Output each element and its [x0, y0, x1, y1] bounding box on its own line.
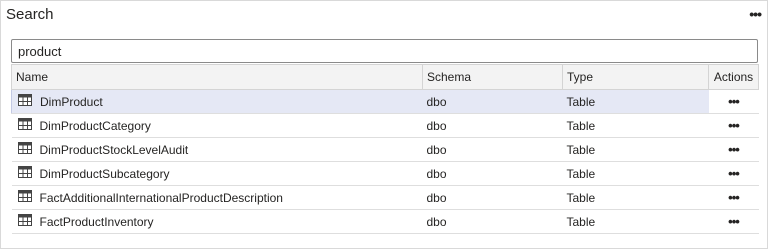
cell-type: Table	[562, 161, 709, 186]
column-header-actions: Actions	[708, 64, 759, 90]
panel-more-options-icon[interactable]: •••	[749, 5, 762, 23]
row-name-text: DimProduct	[40, 94, 103, 109]
column-header-name[interactable]: Name	[11, 64, 423, 90]
search-input[interactable]	[11, 39, 758, 63]
cell-actions: •••	[708, 185, 759, 210]
cell-schema: dbo	[422, 185, 563, 210]
cell-type: Table	[562, 113, 709, 138]
cell-type: Table	[562, 209, 709, 234]
results-table: Name Schema Type Actions DimProduct dbo …	[11, 64, 759, 234]
cell-actions: •••	[708, 209, 759, 234]
row-name-text: DimProductSubcategory	[39, 166, 170, 181]
more-horizontal-icon[interactable]: •••	[728, 214, 740, 229]
cell-schema: dbo	[422, 113, 563, 138]
more-horizontal-icon[interactable]: •••	[728, 118, 740, 133]
cell-type: Table	[562, 89, 709, 114]
table-grid-icon	[17, 142, 32, 157]
table-grid-icon	[17, 190, 32, 205]
row-name-text: FactAdditionalInternationalProductDescri…	[39, 190, 283, 205]
table-row[interactable]: DimProductCategory dbo Table •••	[11, 113, 759, 138]
more-horizontal-icon[interactable]: •••	[728, 166, 740, 181]
cell-name[interactable]: DimProduct	[11, 89, 423, 114]
cell-actions: •••	[708, 137, 759, 162]
table-row[interactable]: DimProductStockLevelAudit dbo Table •••	[11, 137, 759, 162]
cell-schema: dbo	[422, 161, 563, 186]
cell-name[interactable]: DimProductCategory	[11, 113, 423, 138]
table-row[interactable]: FactProductInventory dbo Table •••	[11, 209, 759, 234]
more-horizontal-icon[interactable]: •••	[728, 190, 740, 205]
row-name-text: FactProductInventory	[39, 214, 154, 229]
more-horizontal-icon[interactable]: •••	[728, 94, 740, 109]
cell-schema: dbo	[422, 89, 563, 114]
table-row[interactable]: DimProductSubcategory dbo Table •••	[11, 161, 759, 186]
table-grid-icon	[17, 118, 32, 133]
cell-name[interactable]: FactAdditionalInternationalProductDescri…	[11, 185, 423, 210]
table-grid-icon	[17, 214, 32, 229]
cell-schema: dbo	[422, 137, 563, 162]
panel-title: Search	[6, 6, 54, 23]
cell-actions: •••	[708, 161, 759, 186]
search-panel: Search ••• Name Schema Type Actions DimP…	[0, 0, 768, 249]
cell-actions: •••	[708, 89, 759, 114]
cell-name[interactable]: DimProductStockLevelAudit	[11, 137, 423, 162]
table-header-row: Name Schema Type Actions	[11, 64, 759, 90]
row-name-text: DimProductStockLevelAudit	[39, 142, 189, 157]
cell-name[interactable]: FactProductInventory	[11, 209, 423, 234]
more-horizontal-icon[interactable]: •••	[728, 142, 740, 157]
column-header-schema[interactable]: Schema	[422, 64, 563, 90]
cell-type: Table	[562, 137, 709, 162]
table-grid-icon	[18, 94, 32, 109]
table-row[interactable]: DimProduct dbo Table •••	[11, 89, 759, 114]
column-header-type[interactable]: Type	[562, 64, 709, 90]
row-name-text: DimProductCategory	[39, 118, 151, 133]
cell-actions: •••	[708, 113, 759, 138]
table-row[interactable]: FactAdditionalInternationalProductDescri…	[11, 185, 759, 210]
cell-schema: dbo	[422, 209, 563, 234]
cell-name[interactable]: DimProductSubcategory	[11, 161, 423, 186]
cell-type: Table	[562, 185, 709, 210]
table-grid-icon	[17, 166, 32, 181]
